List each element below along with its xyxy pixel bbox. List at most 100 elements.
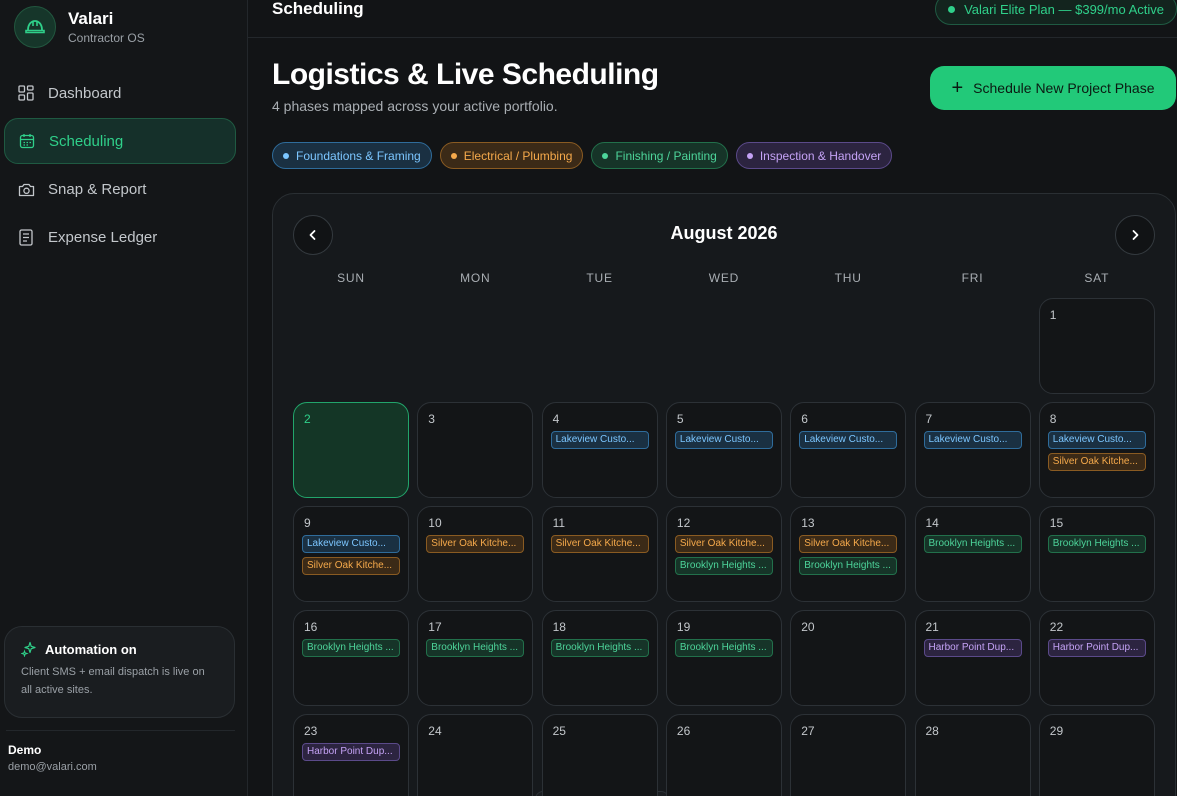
topbar-title: Scheduling	[272, 0, 364, 18]
calendar-event[interactable]: Brooklyn Heights ...	[674, 557, 773, 575]
calendar-day[interactable]: 7 Lakeview Custo...	[914, 402, 1031, 498]
sidebar-item-expense-ledger[interactable]: Expense Ledger	[4, 214, 243, 260]
calendar-day[interactable]: 21 Harbor Point Dup...	[914, 610, 1031, 706]
calendar-event[interactable]: Lakeview Custo...	[1047, 431, 1146, 449]
calendar-day[interactable]: 12 Silver Oak Kitche... Brooklyn Heights .…	[665, 506, 782, 602]
sidebar-item-label: Expense Ledger	[48, 228, 158, 246]
calendar-day[interactable]: 23 Harbor Point Dup...	[293, 714, 409, 796]
dot-icon	[602, 152, 609, 159]
day-number: 15	[1049, 516, 1064, 530]
weekday-header: MON	[460, 271, 491, 285]
legend-label: Foundations & Framing	[296, 148, 421, 163]
legend-label: Inspection & Handover	[759, 148, 882, 163]
calendar-day[interactable]: 26	[665, 714, 782, 796]
day-number: 23	[304, 724, 318, 738]
weekday-header: FRI	[961, 271, 984, 285]
calendar-day[interactable]: 28	[914, 714, 1031, 796]
calendar-day[interactable]: 19 Brooklyn Heights ...	[665, 610, 782, 706]
calendar-event[interactable]: Lakeview Custo...	[550, 431, 649, 449]
day-number: 2	[304, 412, 311, 426]
day-number: 12	[676, 516, 691, 530]
chevron-right-icon	[1132, 230, 1139, 240]
calendar-day[interactable]: 15 Brooklyn Heights ...	[1038, 506, 1155, 602]
calendar-event[interactable]: Harbor Point Dup...	[923, 639, 1022, 657]
calendar-day[interactable]: 20	[790, 610, 907, 706]
main-content: Scheduling Valari Elite Plan — $399/mo A…	[248, 0, 1177, 796]
calendar-day[interactable]: 14 Brooklyn Heights ...	[914, 506, 1031, 602]
weekday-header: WED	[708, 271, 740, 285]
calendar-event[interactable]: Silver Oak Kitche...	[799, 535, 898, 553]
calendar-event[interactable]: Brooklyn Heights ...	[799, 557, 898, 575]
calendar-event[interactable]: Silver Oak Kitche...	[1047, 453, 1146, 471]
calendar-day[interactable]: 13 Silver Oak Kitche... Brooklyn Heights .…	[790, 506, 907, 602]
status-dot-icon	[948, 5, 956, 13]
calendar-day[interactable]: 16 Brooklyn Heights ...	[293, 610, 409, 706]
calendar-event[interactable]: Brooklyn Heights ...	[1047, 535, 1146, 553]
brand-subtitle: Contractor OS	[68, 30, 145, 45]
plan-label: Valari Elite Plan — $399/mo Active	[964, 1, 1164, 17]
page-subtitle: 4 phases mapped across your active portf…	[272, 98, 558, 114]
sidebar-item-snap-report[interactable]: Snap & Report	[4, 166, 243, 212]
dot-icon	[746, 152, 753, 159]
day-number: 7	[925, 412, 933, 426]
calendar-day[interactable]: 27	[790, 714, 907, 796]
calendar-event[interactable]: Silver Oak Kitche...	[674, 535, 773, 553]
schedule-new-phase-button[interactable]: + Schedule New Project Phase	[930, 66, 1176, 110]
calendar-day[interactable]: 8 Lakeview Custo... Silver Oak Kitche...	[1038, 402, 1155, 498]
calendar-day[interactable]: 18 Brooklyn Heights ...	[541, 610, 658, 706]
calendar-event[interactable]: Lakeview Custo...	[302, 535, 400, 553]
legend-chip-inspection[interactable]: Inspection & Handover	[735, 142, 893, 169]
automation-title: Automation on	[45, 641, 137, 657]
user-profile[interactable]: Demo demo@valari.com	[8, 742, 97, 775]
calendar-event[interactable]: Brooklyn Heights ...	[674, 639, 773, 657]
calendar-day[interactable]: 3	[417, 402, 534, 498]
legend-chip-finishing[interactable]: Finishing / Painting	[591, 142, 728, 169]
automation-card: Automation on Client SMS + email dispatc…	[4, 626, 235, 718]
calendar-event[interactable]: Silver Oak Kitche...	[302, 557, 400, 575]
weekday-header: SAT	[1084, 271, 1110, 285]
next-month-button[interactable]	[1115, 215, 1155, 255]
calendar-day[interactable]: 9 Lakeview Custo... Silver Oak Kitche...	[293, 506, 409, 602]
calendar-event[interactable]: Brooklyn Heights ...	[923, 535, 1022, 553]
calendar-day[interactable]: 5 Lakeview Custo...	[665, 402, 782, 498]
calendar-event[interactable]: Brooklyn Heights ...	[302, 639, 400, 657]
calendar-day[interactable]: 24	[417, 714, 534, 796]
day-number: 24	[428, 724, 442, 738]
calendar-day[interactable]: 29	[1038, 714, 1155, 796]
sidebar-item-scheduling[interactable]: Scheduling	[4, 118, 236, 164]
calendar-event[interactable]: Brooklyn Heights ...	[426, 639, 525, 657]
weekday-header: SUN	[337, 271, 365, 285]
calendar-event[interactable]: Silver Oak Kitche...	[550, 535, 649, 553]
calendar-event[interactable]: Lakeview Custo...	[799, 431, 898, 449]
calendar-event[interactable]: Brooklyn Heights ...	[550, 639, 649, 657]
calendar-day[interactable]: 1	[1038, 298, 1155, 394]
hard-hat-icon	[14, 6, 56, 48]
calendar-event[interactable]: Lakeview Custo...	[674, 431, 773, 449]
dot-icon	[450, 152, 457, 159]
plan-badge[interactable]: Valari Elite Plan — $399/mo Active	[935, 0, 1177, 25]
calendar-event[interactable]: Harbor Point Dup...	[1047, 639, 1146, 657]
day-number: 10	[428, 516, 442, 530]
calendar-day[interactable]: 22 Harbor Point Dup...	[1038, 610, 1155, 706]
sidebar: Valari Contractor OS Dashboard Schedulin…	[0, 0, 248, 796]
weekday-header: THU	[834, 271, 862, 285]
calendar-day[interactable]: 11 Silver Oak Kitche...	[541, 506, 658, 602]
legend-chip-foundations[interactable]: Foundations & Framing	[272, 142, 432, 169]
brand[interactable]: Valari Contractor OS	[0, 0, 247, 54]
calendar-day[interactable]: 10 Silver Oak Kitche...	[417, 506, 534, 602]
legend-chip-electrical[interactable]: Electrical / Plumbing	[439, 142, 584, 169]
sidebar-nav: Dashboard Scheduling Snap & Report Expen…	[0, 70, 247, 260]
day-number: 13	[801, 516, 815, 530]
user-name: Demo	[8, 743, 42, 757]
calendar-event[interactable]: Silver Oak Kitche...	[426, 535, 525, 553]
calendar-month: August 2026	[670, 223, 778, 243]
calendar-day-today[interactable]: 2	[293, 402, 409, 498]
calendar-day[interactable]: 4 Lakeview Custo...	[541, 402, 658, 498]
calendar-day[interactable]: 6 Lakeview Custo...	[790, 402, 907, 498]
calendar-day[interactable]: 25	[541, 714, 658, 796]
sidebar-item-dashboard[interactable]: Dashboard	[4, 70, 243, 116]
calendar-event[interactable]: Lakeview Custo...	[923, 431, 1022, 449]
plus-icon: +	[951, 77, 964, 99]
calendar-day[interactable]: 17 Brooklyn Heights ...	[417, 610, 534, 706]
calendar-event[interactable]: Harbor Point Dup...	[302, 743, 400, 761]
